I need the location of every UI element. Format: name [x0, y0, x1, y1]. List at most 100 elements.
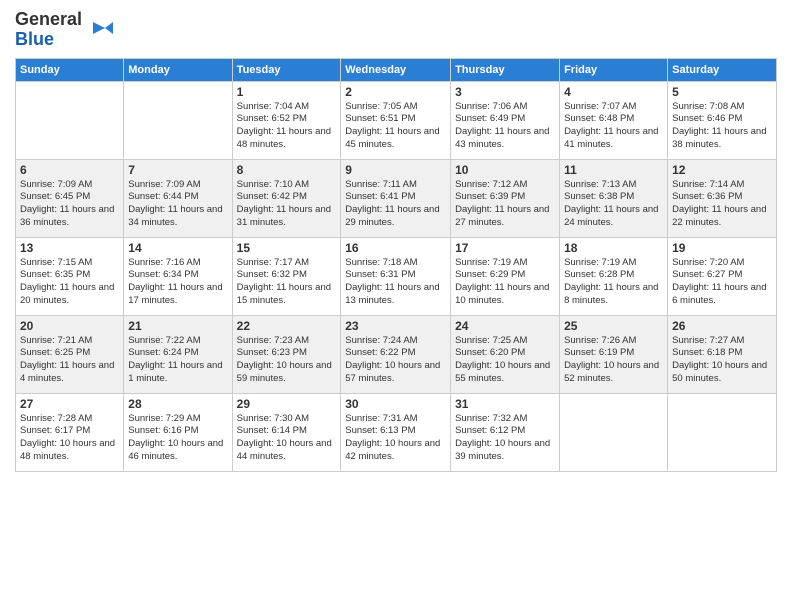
day-cell: 7 Sunrise: 7:09 AM Sunset: 6:44 PM Daylig… — [124, 159, 232, 237]
day-info: Sunrise: 7:26 AM Sunset: 6:19 PM Dayligh… — [564, 335, 663, 386]
day-number: 27 — [20, 397, 119, 411]
day-number: 4 — [564, 85, 663, 99]
day-number: 6 — [20, 163, 119, 177]
day-cell: 10 Sunrise: 7:12 AM Sunset: 6:39 PM Dayli… — [451, 159, 560, 237]
week-row-5: 27 Sunrise: 7:28 AM Sunset: 6:17 PM Dayli… — [16, 393, 777, 471]
day-number: 5 — [672, 85, 772, 99]
day-number: 24 — [455, 319, 555, 333]
day-info: Sunrise: 7:09 AM Sunset: 6:45 PM Dayligh… — [20, 179, 119, 230]
week-row-2: 6 Sunrise: 7:09 AM Sunset: 6:45 PM Daylig… — [16, 159, 777, 237]
day-info: Sunrise: 7:08 AM Sunset: 6:46 PM Dayligh… — [672, 101, 772, 152]
day-number: 23 — [345, 319, 446, 333]
week-row-1: 1Sunrise: 7:04 AM Sunset: 6:52 PM Daylig… — [16, 81, 777, 159]
day-info: Sunrise: 7:09 AM Sunset: 6:44 PM Dayligh… — [128, 179, 227, 230]
day-info: Sunrise: 7:06 AM Sunset: 6:49 PM Dayligh… — [455, 101, 555, 152]
day-info: Sunrise: 7:24 AM Sunset: 6:22 PM Dayligh… — [345, 335, 446, 386]
day-cell: 1Sunrise: 7:04 AM Sunset: 6:52 PM Daylig… — [232, 81, 341, 159]
day-number: 20 — [20, 319, 119, 333]
day-info: Sunrise: 7:19 AM Sunset: 6:28 PM Dayligh… — [564, 257, 663, 308]
week-row-3: 13 Sunrise: 7:15 AM Sunset: 6:35 PM Dayli… — [16, 237, 777, 315]
day-cell: 8 Sunrise: 7:10 AM Sunset: 6:42 PM Daylig… — [232, 159, 341, 237]
day-number: 15 — [237, 241, 337, 255]
day-number: 31 — [455, 397, 555, 411]
day-info: Sunrise: 7:21 AM Sunset: 6:25 PM Dayligh… — [20, 335, 119, 386]
day-cell: 22Sunrise: 7:23 AM Sunset: 6:23 PM Dayli… — [232, 315, 341, 393]
day-info: Sunrise: 7:17 AM Sunset: 6:32 PM Dayligh… — [237, 257, 337, 308]
day-info: Sunrise: 7:15 AM Sunset: 6:35 PM Dayligh… — [20, 257, 119, 308]
day-cell: 5 Sunrise: 7:08 AM Sunset: 6:46 PM Daylig… — [668, 81, 777, 159]
day-number: 25 — [564, 319, 663, 333]
day-info: Sunrise: 7:14 AM Sunset: 6:36 PM Dayligh… — [672, 179, 772, 230]
day-number: 2 — [345, 85, 446, 99]
header-cell-sunday: Sunday — [16, 58, 124, 81]
day-number: 8 — [237, 163, 337, 177]
day-number: 22 — [237, 319, 337, 333]
day-cell: 6 Sunrise: 7:09 AM Sunset: 6:45 PM Daylig… — [16, 159, 124, 237]
day-number: 12 — [672, 163, 772, 177]
day-info: Sunrise: 7:13 AM Sunset: 6:38 PM Dayligh… — [564, 179, 663, 230]
day-cell: 30 Sunrise: 7:31 AM Sunset: 6:13 PM Dayli… — [341, 393, 451, 471]
day-number: 16 — [345, 241, 446, 255]
day-number: 10 — [455, 163, 555, 177]
day-cell: 23 Sunrise: 7:24 AM Sunset: 6:22 PM Dayli… — [341, 315, 451, 393]
header-cell-tuesday: Tuesday — [232, 58, 341, 81]
day-cell: 3Sunrise: 7:06 AM Sunset: 6:49 PM Daylig… — [451, 81, 560, 159]
day-cell: 16 Sunrise: 7:18 AM Sunset: 6:31 PM Dayli… — [341, 237, 451, 315]
day-info: Sunrise: 7:30 AM Sunset: 6:14 PM Dayligh… — [237, 413, 337, 464]
day-number: 13 — [20, 241, 119, 255]
header: General Blue — [15, 10, 777, 50]
day-info: Sunrise: 7:28 AM Sunset: 6:17 PM Dayligh… — [20, 413, 119, 464]
day-number: 29 — [237, 397, 337, 411]
day-info: Sunrise: 7:25 AM Sunset: 6:20 PM Dayligh… — [455, 335, 555, 386]
day-cell: 9 Sunrise: 7:11 AM Sunset: 6:41 PM Daylig… — [341, 159, 451, 237]
day-cell: 18 Sunrise: 7:19 AM Sunset: 6:28 PM Dayli… — [560, 237, 668, 315]
day-cell: 17Sunrise: 7:19 AM Sunset: 6:29 PM Dayli… — [451, 237, 560, 315]
day-cell: 25 Sunrise: 7:26 AM Sunset: 6:19 PM Dayli… — [560, 315, 668, 393]
day-cell: 12 Sunrise: 7:14 AM Sunset: 6:36 PM Dayli… — [668, 159, 777, 237]
logo-blue-text: Blue — [15, 30, 82, 50]
day-cell — [124, 81, 232, 159]
day-cell: 28 Sunrise: 7:29 AM Sunset: 6:16 PM Dayli… — [124, 393, 232, 471]
day-info: Sunrise: 7:11 AM Sunset: 6:41 PM Dayligh… — [345, 179, 446, 230]
page: General Blue SundayMondayTuesdayWednesda… — [0, 0, 792, 612]
day-info: Sunrise: 7:07 AM Sunset: 6:48 PM Dayligh… — [564, 101, 663, 152]
day-number: 30 — [345, 397, 446, 411]
day-info: Sunrise: 7:27 AM Sunset: 6:18 PM Dayligh… — [672, 335, 772, 386]
day-cell: 26 Sunrise: 7:27 AM Sunset: 6:18 PM Dayli… — [668, 315, 777, 393]
week-row-4: 20 Sunrise: 7:21 AM Sunset: 6:25 PM Dayli… — [16, 315, 777, 393]
day-cell: 29 Sunrise: 7:30 AM Sunset: 6:14 PM Dayli… — [232, 393, 341, 471]
day-cell: 15 Sunrise: 7:17 AM Sunset: 6:32 PM Dayli… — [232, 237, 341, 315]
day-number: 7 — [128, 163, 227, 177]
calendar-table: SundayMondayTuesdayWednesdayThursdayFrid… — [15, 58, 777, 472]
day-info: Sunrise: 7:12 AM Sunset: 6:39 PM Dayligh… — [455, 179, 555, 230]
day-info: Sunrise: 7:18 AM Sunset: 6:31 PM Dayligh… — [345, 257, 446, 308]
day-cell: 13 Sunrise: 7:15 AM Sunset: 6:35 PM Dayli… — [16, 237, 124, 315]
header-cell-friday: Friday — [560, 58, 668, 81]
logo-icon — [85, 14, 113, 42]
day-number: 28 — [128, 397, 227, 411]
day-number: 21 — [128, 319, 227, 333]
header-row: SundayMondayTuesdayWednesdayThursdayFrid… — [16, 58, 777, 81]
header-cell-monday: Monday — [124, 58, 232, 81]
header-cell-wednesday: Wednesday — [341, 58, 451, 81]
header-cell-thursday: Thursday — [451, 58, 560, 81]
day-cell: 2Sunrise: 7:05 AM Sunset: 6:51 PM Daylig… — [341, 81, 451, 159]
day-info: Sunrise: 7:19 AM Sunset: 6:29 PM Dayligh… — [455, 257, 555, 308]
day-number: 26 — [672, 319, 772, 333]
day-number: 18 — [564, 241, 663, 255]
logo: General Blue — [15, 10, 113, 50]
day-number: 19 — [672, 241, 772, 255]
day-number: 11 — [564, 163, 663, 177]
day-cell: 21 Sunrise: 7:22 AM Sunset: 6:24 PM Dayli… — [124, 315, 232, 393]
day-cell: 19 Sunrise: 7:20 AM Sunset: 6:27 PM Dayli… — [668, 237, 777, 315]
logo-general-text: General — [15, 10, 82, 30]
day-cell — [668, 393, 777, 471]
day-info: Sunrise: 7:31 AM Sunset: 6:13 PM Dayligh… — [345, 413, 446, 464]
day-info: Sunrise: 7:29 AM Sunset: 6:16 PM Dayligh… — [128, 413, 227, 464]
day-number: 9 — [345, 163, 446, 177]
day-info: Sunrise: 7:20 AM Sunset: 6:27 PM Dayligh… — [672, 257, 772, 308]
day-info: Sunrise: 7:10 AM Sunset: 6:42 PM Dayligh… — [237, 179, 337, 230]
day-info: Sunrise: 7:04 AM Sunset: 6:52 PM Dayligh… — [237, 101, 337, 152]
day-info: Sunrise: 7:16 AM Sunset: 6:34 PM Dayligh… — [128, 257, 227, 308]
day-info: Sunrise: 7:22 AM Sunset: 6:24 PM Dayligh… — [128, 335, 227, 386]
